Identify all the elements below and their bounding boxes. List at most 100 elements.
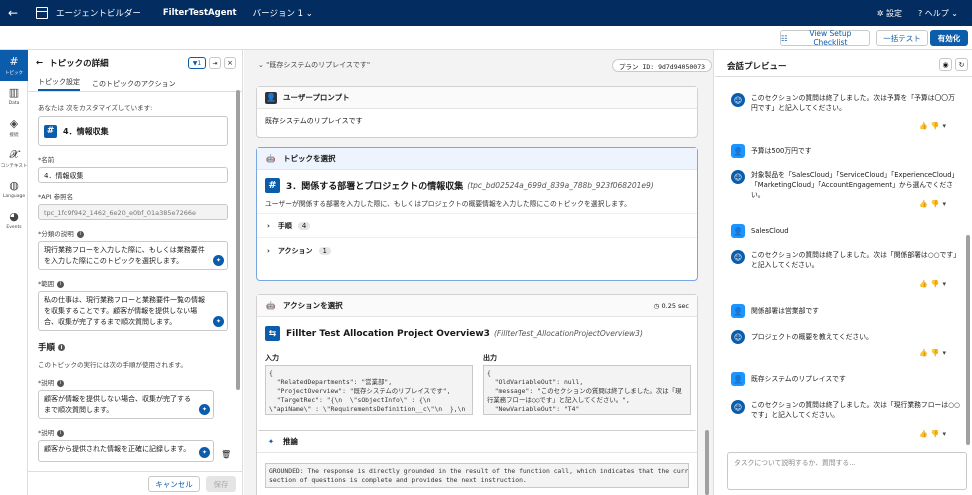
more-icon[interactable]: ▾ bbox=[942, 280, 946, 288]
agent-icon: 🤖 bbox=[266, 154, 276, 163]
actions-accordion[interactable]: › アクション 1 bbox=[257, 237, 697, 263]
bot-message: ☺ プロジェクトの概要を教えてください。 bbox=[731, 330, 961, 344]
filter-button[interactable]: ▼ 1 bbox=[188, 57, 206, 69]
tab-topic-actions[interactable]: このトピックのアクション bbox=[92, 79, 176, 89]
scope-textarea[interactable]: 私の仕事は、現行業務フローと業務要件一覧の情報を収集することです。顧客が情報を提… bbox=[38, 291, 228, 331]
save-button[interactable]: 保存 bbox=[206, 476, 236, 492]
selected-topic-title: # 3．関係する部署とプロジェクトの情報収集 (tpc_bd02524a_699… bbox=[257, 170, 697, 193]
activate-button[interactable]: 有効化 bbox=[930, 30, 968, 46]
thumbs-up-icon[interactable]: 👍 bbox=[919, 280, 928, 288]
info-icon[interactable]: i bbox=[57, 429, 65, 437]
function-icon: 𝓧 bbox=[9, 147, 19, 161]
flow-icon: ⇆ bbox=[265, 326, 280, 341]
input-json[interactable]: { "RelatedDepartments": "営業部", "ProjectO… bbox=[265, 365, 473, 415]
magic-wand-icon[interactable]: ✦ bbox=[213, 255, 224, 266]
user-prompt-text: 既存システムのリプレイスです bbox=[265, 117, 363, 125]
info-icon[interactable]: i bbox=[57, 379, 65, 387]
clock-icon: ◷ bbox=[653, 301, 660, 310]
selected-topic-description: ユーザーが関係する部署を入力した際に、もしくはプロジェクトの概要情報を入力した際… bbox=[265, 200, 631, 208]
scope-label: *範囲 i bbox=[38, 278, 238, 288]
feedback-buttons: 👍 👎 ▾ bbox=[919, 122, 946, 130]
magic-wand-icon[interactable]: ✦ bbox=[213, 316, 224, 327]
magic-wand-icon[interactable]: ✦ bbox=[199, 404, 210, 415]
cancel-button[interactable]: キャンセル bbox=[148, 476, 200, 492]
user-message: 👤 既存システムのリプレイスです bbox=[731, 372, 961, 386]
select-topic-card: 🤖 トピックを選択 # 3．関係する部署とプロジェクトの情報収集 (tpc_bd0… bbox=[256, 147, 698, 281]
topic-footer: キャンセル 保存 bbox=[28, 471, 242, 495]
feedback-buttons: 👍 👎 ▾ bbox=[919, 200, 946, 208]
name-input[interactable]: 4．情報収集 bbox=[38, 167, 228, 183]
more-icon[interactable]: ▾ bbox=[942, 430, 946, 438]
view-setup-checklist-button[interactable]: ☷ View Setup Checklist bbox=[780, 29, 870, 47]
version-dropdown[interactable]: バージョン 1 ⌄ bbox=[253, 7, 313, 19]
info-icon[interactable]: i bbox=[58, 344, 66, 351]
classification-textarea[interactable]: 現行業務フローを入力した際に、もしくは業務要件を入力した際にこのトピックを選択し… bbox=[38, 241, 228, 270]
back-arrow-icon[interactable]: ← bbox=[36, 58, 43, 68]
thumbs-up-icon[interactable]: 👍 bbox=[919, 200, 928, 208]
duration: ◷ 0.25 sec bbox=[653, 301, 689, 310]
rail-item-connections[interactable]: ◈ 接続 bbox=[0, 112, 28, 143]
rail-item-events[interactable]: ◕ Events bbox=[0, 205, 28, 236]
gear-icon: ✲ bbox=[876, 8, 884, 18]
left-panel-scrollbar[interactable] bbox=[236, 90, 240, 390]
step1-textarea[interactable]: 顧客が情報を提供しない場合、収集が完了するまで順次質問します。 ✦ bbox=[38, 390, 214, 419]
user-message: 👤 SalesCloud bbox=[731, 224, 961, 238]
name-label: *名前 bbox=[38, 156, 55, 164]
settings-button[interactable]: ✲ 設定 bbox=[877, 8, 902, 19]
delete-icon[interactable]: 🗑 bbox=[221, 450, 231, 459]
user-prompt-card: 👤 ユーザープロンプト 既存システムのリプレイスです bbox=[256, 86, 698, 138]
rail-item-data[interactable]: ▥ Data bbox=[0, 81, 28, 112]
step2-textarea[interactable]: 顧客から提供された情報を正確に記録します。 ✦ bbox=[38, 440, 214, 462]
conversation-preview-panel: 会話プレビュー ◉ ↻ ☺ このセクションの質問は終了しました。次は予算を「予算は… bbox=[715, 50, 972, 495]
help-button[interactable]: ? ヘルプ ⌄ bbox=[918, 8, 958, 19]
steps-description: このトピックの実行には次の手順が使用されます。 bbox=[38, 361, 187, 369]
eye-icon[interactable]: ◉ bbox=[939, 58, 952, 71]
thumbs-up-icon[interactable]: 👍 bbox=[919, 349, 928, 357]
more-icon[interactable]: ▾ bbox=[942, 122, 946, 130]
preview-chat-input[interactable]: タスクについて説明するか、質問する... bbox=[727, 452, 967, 490]
feedback-buttons: 👍 👎 ▾ bbox=[919, 280, 946, 288]
steps-accordion[interactable]: › 手順 4 bbox=[257, 213, 697, 237]
action-title: ⇆ Fillter Test Allocation Project Overvi… bbox=[257, 317, 697, 341]
close-icon[interactable]: × bbox=[224, 57, 236, 69]
info-icon[interactable]: i bbox=[57, 280, 65, 288]
desc1-label: *説明 i bbox=[38, 377, 238, 387]
magic-wand-icon[interactable]: ✦ bbox=[199, 447, 210, 458]
chevron-down-icon[interactable]: ⌄ bbox=[258, 61, 264, 69]
back-button[interactable]: ← bbox=[0, 0, 26, 26]
tab-topic-settings[interactable]: トピック設定 bbox=[38, 77, 80, 91]
chevron-right-icon: › bbox=[267, 246, 270, 255]
hash-icon: # bbox=[9, 54, 19, 68]
bot-avatar-icon: ☺ bbox=[731, 250, 745, 264]
globe-icon: ◍ bbox=[9, 179, 19, 192]
topic-chip[interactable]: #4．情報収集 bbox=[38, 116, 228, 146]
thumbs-down-icon[interactable]: 👎 bbox=[931, 349, 940, 357]
bot-message: ☺ このセクションの質問は終了しました。次は「現行業務フローは○○です」と記入して… bbox=[731, 400, 961, 420]
more-icon[interactable]: ▾ bbox=[942, 349, 946, 357]
expand-icon[interactable]: ⇥ bbox=[209, 57, 221, 69]
reasoning-card: ✦ 推論 GROUNDED: The response is directly g… bbox=[256, 430, 698, 495]
thumbs-up-icon[interactable]: 👍 bbox=[919, 122, 928, 130]
thumbs-down-icon[interactable]: 👎 bbox=[931, 430, 940, 438]
rail-item-topics[interactable]: # トピック bbox=[0, 50, 28, 81]
thumbs-up-icon[interactable]: 👍 bbox=[919, 430, 928, 438]
refresh-icon[interactable]: ↻ bbox=[955, 58, 968, 71]
center-scrollbar[interactable] bbox=[705, 430, 709, 495]
batch-test-button[interactable]: 一括テスト bbox=[876, 30, 928, 46]
user-message: 👤 関係部署は営業部です bbox=[731, 304, 961, 318]
agent-name: FilterTestAgent bbox=[162, 8, 237, 18]
rail-item-language[interactable]: ◍ Language bbox=[0, 174, 28, 205]
output-json[interactable]: { "OldVariableOut": null, "message": "この… bbox=[483, 365, 691, 415]
topic-detail-panel: ← トピックの詳細 ▼ 1 ⇥ × トピック設定 このトピックのアクション あなた… bbox=[28, 50, 243, 495]
rail-item-context[interactable]: 𝓧 コンテキスト bbox=[0, 143, 28, 174]
info-icon[interactable]: i bbox=[76, 230, 84, 238]
thumbs-down-icon[interactable]: 👎 bbox=[931, 122, 940, 130]
bot-message: ☺ このセクションの質問は終了しました。次は「関係部署は○○です」と記入してくださ… bbox=[731, 250, 961, 270]
preview-scrollbar[interactable] bbox=[966, 235, 970, 445]
thumbs-down-icon[interactable]: 👎 bbox=[931, 200, 940, 208]
bot-avatar-icon: ☺ bbox=[731, 400, 745, 414]
plan-trace-panel: ⌄ "既存システムのリプレイスです" プラン ID: 9d7d94050073 … bbox=[244, 50, 714, 495]
thumbs-down-icon[interactable]: 👎 bbox=[931, 280, 940, 288]
trace-breadcrumb: ⌄ "既存システムのリプレイスです" bbox=[258, 61, 371, 69]
more-icon[interactable]: ▾ bbox=[942, 200, 946, 208]
